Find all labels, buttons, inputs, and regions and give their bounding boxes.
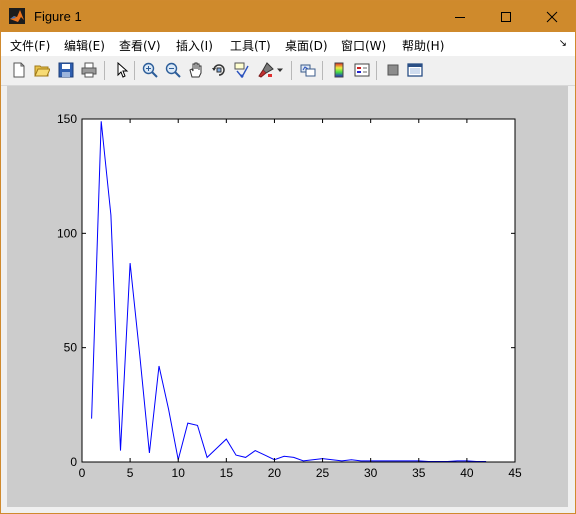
toolbar-separator (291, 61, 292, 80)
x-tick-label: 5 (127, 466, 134, 480)
pan-hand-icon[interactable] (187, 61, 205, 79)
rotate-3d-icon[interactable] (210, 61, 228, 79)
line-chart: 0 5 10 15 20 25 30 35 40 45 0 50 100 150 (57, 112, 522, 480)
x-tick-label: 20 (268, 466, 282, 480)
toolbar-separator (104, 61, 105, 80)
x-tick-label: 15 (220, 466, 234, 480)
menu-tools[interactable]: 工具(T) (230, 37, 271, 54)
new-figure-icon[interactable] (10, 61, 28, 79)
x-tick-label: 35 (412, 466, 426, 480)
y-tick-label: 50 (64, 341, 78, 355)
legend-icon[interactable] (353, 61, 371, 79)
title-bar[interactable]: Figure 1 (1, 1, 575, 32)
plot-area (82, 119, 515, 462)
brush-icon[interactable] (257, 61, 275, 79)
open-file-icon[interactable] (33, 61, 51, 79)
toolbar-separator (322, 61, 323, 80)
minimize-button[interactable] (437, 1, 483, 32)
zoom-in-icon[interactable] (141, 61, 159, 79)
close-button[interactable] (529, 1, 575, 32)
toolbar-separator (376, 61, 377, 80)
menu-file[interactable]: 文件(F) (10, 37, 50, 54)
maximize-button[interactable] (483, 1, 529, 32)
x-tick-label: 40 (460, 466, 474, 480)
y-tick-label: 0 (70, 455, 77, 469)
link-plot-icon[interactable] (299, 61, 317, 79)
menu-bar: 文件(F) 编辑(E) 查看(V) 插入(I) 工具(T) 桌面(D) 窗口(W… (1, 32, 575, 56)
y-tick-label: 150 (57, 112, 77, 126)
figure-window: Figure 1 文件(F) 编辑(E) 查看(V) 插入(I) 工具(T) 桌… (0, 0, 576, 514)
maximize-icon (501, 11, 511, 22)
toolbar-separator (134, 61, 135, 80)
x-tick-label: 10 (172, 466, 186, 480)
edit-plot-arrow-icon[interactable] (112, 61, 130, 79)
menu-desktop[interactable]: 桌面(D) (285, 37, 328, 54)
figure-toolbar (1, 56, 575, 86)
zoom-out-icon[interactable] (164, 61, 182, 79)
menu-help[interactable]: 帮助(H) (402, 37, 444, 54)
menu-view[interactable]: 查看(V) (119, 37, 161, 54)
menu-window[interactable]: 窗口(W) (341, 37, 386, 54)
window-title: Figure 1 (34, 9, 82, 24)
data-cursor-icon[interactable] (233, 61, 251, 79)
dock-figure-icon[interactable]: ↘ (559, 38, 567, 49)
matlab-logo-icon (9, 8, 25, 24)
show-plot-tools-icon[interactable] (406, 61, 424, 79)
minimize-icon (455, 16, 465, 18)
menu-insert[interactable]: 插入(I) (176, 37, 213, 54)
close-icon (546, 11, 558, 22)
colorbar-icon[interactable] (330, 61, 348, 79)
menu-edit[interactable]: 编辑(E) (64, 37, 105, 54)
y-tick-label: 100 (57, 226, 77, 240)
hide-plot-tools-icon[interactable] (384, 61, 402, 79)
x-tick-label: 30 (364, 466, 378, 480)
save-icon[interactable] (57, 61, 75, 79)
figure-canvas: 0 5 10 15 20 25 30 35 40 45 0 50 100 150 (7, 86, 568, 507)
x-tick-label: 25 (316, 466, 330, 480)
x-tick-label: 0 (79, 466, 86, 480)
brush-dropdown-icon[interactable] (275, 61, 285, 79)
print-icon[interactable] (80, 61, 98, 79)
x-tick-label: 45 (508, 466, 522, 480)
